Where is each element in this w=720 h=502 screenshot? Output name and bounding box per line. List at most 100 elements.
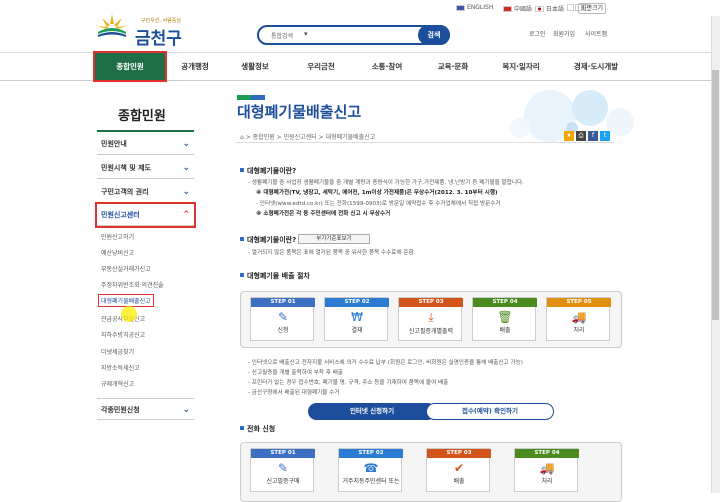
lnb-item-label: 구민고객의 권리	[101, 188, 149, 196]
lang-china-label: 中國語	[514, 6, 533, 13]
section-text: - 열거되지 않은 품목은 표에 열거된 품목 중 유사한 품목 수수료에 준함…	[248, 250, 416, 256]
lnb-sub-large-waste[interactable]: 대형폐기물배출신고	[98, 294, 154, 307]
section-text: - 생활폐기물 중 사업장 생활폐기물을 중 개별 계량과 종량식이 가능한 가…	[248, 180, 524, 186]
step-label: 거주지동주민센터 또는	[342, 478, 400, 485]
bookmark-icon[interactable]: ★	[564, 131, 574, 141]
divider	[236, 142, 614, 143]
zoom-button[interactable]: 화면크기	[578, 3, 606, 14]
chevron-down-icon: ⌄	[182, 405, 190, 415]
step-label: 결재	[351, 327, 363, 334]
chevron-down-icon[interactable]: ▾	[304, 30, 308, 38]
breadcrumb-item[interactable]: 종합민원	[253, 134, 275, 141]
step-header: STEP 03	[427, 449, 491, 458]
lang-japan[interactable]: 日本語	[535, 4, 564, 13]
sitemap-link[interactable]: 사이트맵	[585, 29, 607, 38]
search-box[interactable]: 통합검색 ▾ 검색	[257, 25, 450, 45]
process-step: STEP 01 ✎ 신고필증구매	[250, 448, 315, 492]
lnb-sub-parking[interactable]: 주정차위반조회·의견진술	[101, 280, 164, 289]
section-note: ※ 소형폐가전은 각 동 주민센터에 전화 신고 시 무상수거	[256, 211, 391, 217]
lnb-sub-report[interactable]: 민원신고하기	[101, 232, 134, 241]
step-label: 처리	[573, 327, 585, 334]
step-label: 신청	[277, 327, 289, 334]
section-heading: 대형폐기물 배출 절차	[240, 271, 310, 281]
lnb-sub-realestate[interactable]: 부동산실거래가신고	[101, 264, 151, 273]
facebook-icon[interactable]: f	[588, 131, 598, 141]
process-step: STEP 05 🚚 처리	[546, 297, 611, 341]
lnb-item-rights[interactable]: 구민고객의 권리 ⌄	[97, 181, 194, 203]
scrollbar-thumb[interactable]	[712, 70, 719, 320]
zoom-in-icon[interactable]	[567, 4, 574, 11]
step-header: STEP 03	[399, 298, 463, 307]
section-heading: 대형폐기물이란?	[240, 235, 296, 245]
lnb-item-policy[interactable]: 민원시책 및 제도 ⌄	[97, 157, 194, 179]
share-icons: ★ ⎙ f t	[564, 131, 610, 141]
gnb-item-civil[interactable]: 종합민원	[93, 51, 167, 82]
gumcheon-logo-icon[interactable]	[96, 12, 128, 38]
fee-table-button[interactable]: 부가기준표보기	[298, 234, 370, 244]
lnb-item-label: 민원신고센터	[101, 211, 140, 219]
china-flag-icon	[503, 5, 512, 12]
search-scope-select[interactable]: 통합검색	[271, 31, 293, 40]
step-icon: ₩	[351, 310, 363, 324]
lang-english-label: ENGLISH	[467, 4, 494, 11]
logo-text[interactable]: 금천구	[135, 24, 182, 49]
page-title: 대형폐기물배출신고	[237, 103, 362, 121]
logo-slogan: 구민우선, 사람중심	[141, 18, 181, 24]
join-link[interactable]: 회원가입	[553, 29, 575, 38]
lnb-item-report-center[interactable]: 민원신고센터 ⌃	[95, 202, 196, 228]
login-link[interactable]: 로그인	[529, 29, 546, 38]
twitter-icon[interactable]: t	[600, 131, 610, 141]
step-header: STEP 04	[515, 449, 579, 458]
home-icon[interactable]: ⌂	[240, 134, 244, 141]
lnb-sub-income-tax[interactable]: 지방소득세신고	[101, 363, 140, 372]
step-label: 신고필증구매	[266, 478, 300, 485]
chevron-down-icon: ⌄	[182, 139, 190, 149]
step-label: 처리	[541, 478, 553, 485]
lang-china[interactable]: 中國語	[503, 4, 532, 13]
gnb-item-welfare[interactable]: 복지·일자리	[486, 53, 556, 80]
reservation-check-button[interactable]: 접수(예약) 확인하기	[426, 403, 554, 420]
mouse-cursor-highlight	[121, 306, 137, 322]
section-note: ※ 대형폐가전(TV, 냉장고, 세탁기, 에어컨, 1m이상 가전제품)은 무…	[256, 190, 498, 196]
lnb-sub-regulation[interactable]: 규제개혁신고	[101, 379, 134, 388]
breadcrumb: ⌂ > 종합민원 > 민원신고센터 > 대형폐기물배출신고	[240, 134, 376, 141]
lnb-item-label: 민원시책 및 제도	[101, 164, 151, 172]
lnb-item-label: 각종민원신청	[101, 406, 140, 414]
gnb-item-comm[interactable]: 소통·참여	[357, 53, 417, 80]
gnb-item-edu[interactable]: 교육·문화	[420, 53, 486, 80]
chevron-down-icon: ⌄	[182, 163, 190, 173]
lang-english[interactable]: ENGLISH	[456, 4, 493, 11]
step-header: STEP 04	[473, 298, 537, 307]
step-icon: ✔	[453, 461, 465, 475]
lnb-sub-groundwater[interactable]: 지하수방치공신고	[101, 330, 145, 339]
step-icon: ✎	[277, 461, 289, 475]
lnb-item-guide[interactable]: 민원안내 ⌄	[97, 133, 194, 155]
process-text: - 인터넷으로 배출신고 전자지불 서비스에 의거 수수료 납부 (회원은 로그…	[248, 360, 523, 366]
process-text: - 신고필증을 개별 출력하여 부착 후 배출	[248, 370, 344, 376]
gnb-item-life[interactable]: 생활정보	[225, 53, 285, 80]
process-step: STEP 04 🗑 배출	[472, 297, 537, 341]
step-header: STEP 05	[547, 298, 611, 307]
process-text: - 프린터가 없는 경우 접수번호, 폐기물 명, 규격, 주소 등을 기재하여…	[248, 380, 449, 386]
breadcrumb-item[interactable]: 민원신고센터	[284, 134, 317, 141]
internet-apply-button[interactable]: 인터넷 신청하기	[308, 403, 436, 420]
lnb-title: 종합민원	[118, 109, 166, 124]
section-note: - 인터넷(www.edtd.co.kr) 또는 전화(1599-0903)로 …	[256, 201, 501, 207]
lang-japan-label: 日本語	[546, 6, 565, 13]
lnb-sub-budget[interactable]: 예산낭비신고	[101, 248, 134, 257]
section-heading: 전화 신청	[240, 424, 275, 434]
lnb-item-apply[interactable]: 각종민원신청 ⌄	[97, 398, 194, 420]
gnb-item-our[interactable]: 우리금천	[288, 53, 354, 80]
lnb-divider	[97, 130, 194, 132]
search-button[interactable]: 검색	[418, 25, 450, 45]
process-step: STEP 04 🚚 처리	[514, 448, 579, 492]
gnb-item-economy[interactable]: 경제·도시개발	[556, 53, 636, 80]
step-header: STEP 02	[339, 449, 403, 458]
gnb-item-admin[interactable]: 공개행정	[165, 53, 225, 80]
step-icon: ⤓	[428, 310, 434, 324]
step-icon: 🚚	[539, 461, 555, 475]
lnb-sub-tax[interactable]: 더넷세금찾기	[101, 347, 134, 356]
step-header: STEP 02	[325, 298, 389, 307]
step-label: 신고필증개별출력	[408, 328, 454, 335]
print-icon[interactable]: ⎙	[576, 131, 586, 141]
